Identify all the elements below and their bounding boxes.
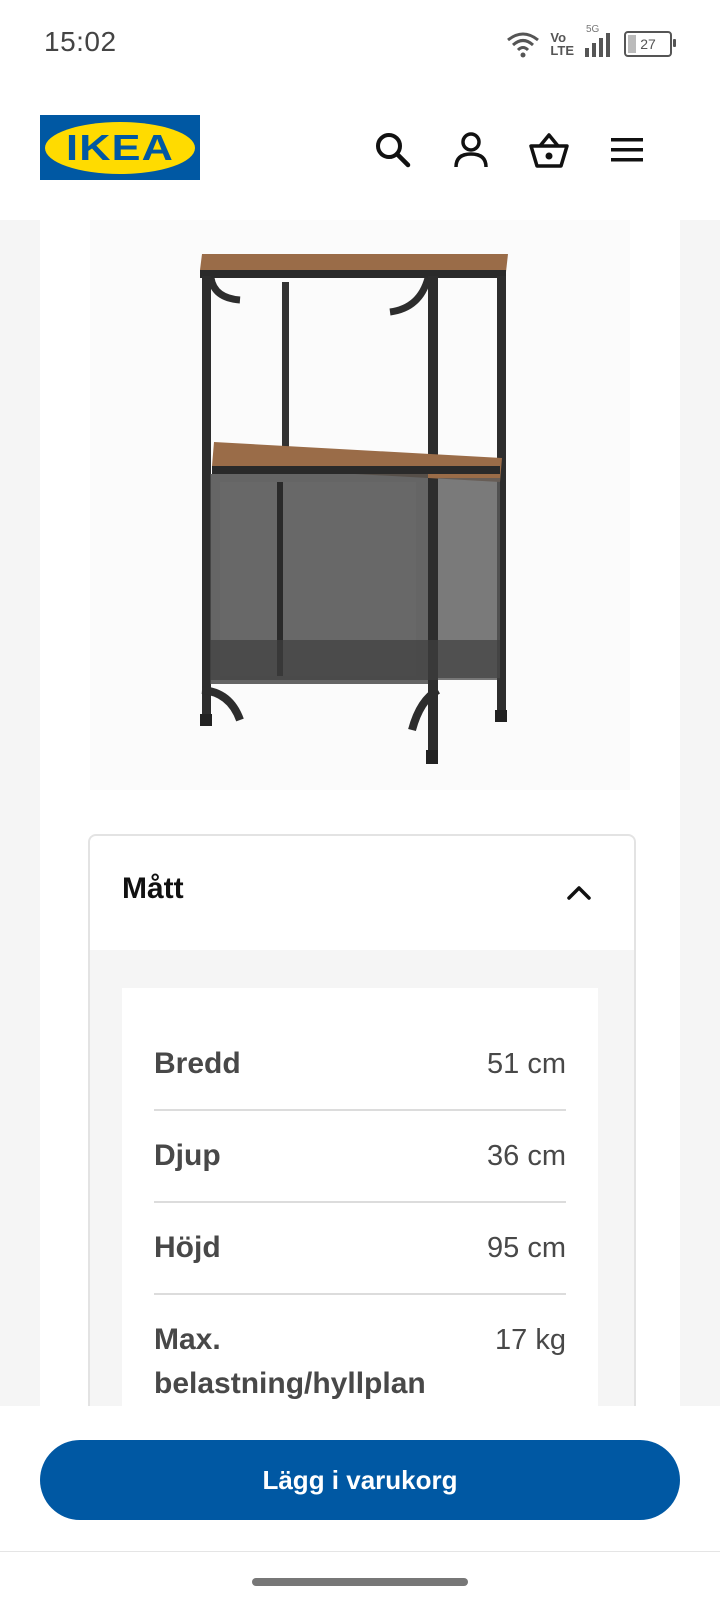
divider	[154, 1293, 566, 1295]
battery-icon: 27	[624, 31, 676, 57]
divider	[154, 1201, 566, 1203]
chevron-up-icon[interactable]	[564, 878, 594, 908]
network-gen: 5G	[586, 24, 600, 35]
cart-icon[interactable]	[524, 125, 574, 175]
volte-bottom: LTE	[550, 43, 574, 58]
volte-indicator: Vo LTE	[550, 31, 574, 57]
dimension-label: Djup	[154, 1139, 221, 1172]
divider	[154, 1109, 566, 1111]
add-to-cart-button[interactable]: Lägg i varukorg	[40, 1440, 680, 1520]
status-time: 15:02	[44, 26, 117, 57]
dimension-row: Bredd 51 cm	[154, 1042, 566, 1086]
bottom-bar: Lägg i varukorg	[0, 1406, 720, 1600]
search-icon[interactable]	[368, 125, 418, 175]
divider	[0, 1551, 720, 1552]
dimension-label: Höjd	[154, 1231, 221, 1264]
dimension-label: Bredd	[154, 1047, 241, 1080]
home-indicator[interactable]	[252, 1578, 468, 1586]
product-image[interactable]	[90, 220, 630, 790]
dimension-row: Höjd 95 cm	[154, 1226, 566, 1270]
logo-text: IKEA	[65, 126, 175, 168]
ikea-logo[interactable]: IKEA	[40, 115, 200, 180]
dimension-row: Djup 36 cm	[154, 1134, 566, 1178]
dimension-row: Max. belastning/hyllplan 17 kg	[154, 1318, 566, 1406]
status-bar: 15:02 Vo LTE 5G 27	[0, 0, 720, 90]
battery-level: 27	[640, 36, 656, 52]
wifi-icon	[506, 30, 540, 58]
dimension-value: 17 kg	[495, 1324, 566, 1356]
dimension-value: 36 cm	[487, 1140, 566, 1172]
signal-icon: 5G	[584, 24, 610, 58]
dimension-value: 51 cm	[487, 1048, 566, 1080]
dimensions-list: Bredd 51 cm Djup 36 cm Höjd 95 cm Max. b…	[122, 988, 598, 1406]
account-icon[interactable]	[446, 125, 496, 175]
status-icons: Vo LTE 5G 27	[506, 24, 676, 62]
menu-icon[interactable]	[602, 125, 652, 175]
dimensions-accordion: Mått Bredd 51 cm Djup 36 cm Höjd 95 cm M…	[88, 834, 636, 1406]
dimension-value: 95 cm	[487, 1232, 566, 1264]
dimension-label: Max. belastning/hyllplan	[154, 1323, 426, 1400]
product-card: Mått Bredd 51 cm Djup 36 cm Höjd 95 cm M…	[40, 220, 680, 1406]
site-header: IKEA	[0, 90, 720, 220]
accordion-header[interactable]: Mått	[90, 836, 634, 950]
accordion-title: Mått	[122, 872, 184, 905]
